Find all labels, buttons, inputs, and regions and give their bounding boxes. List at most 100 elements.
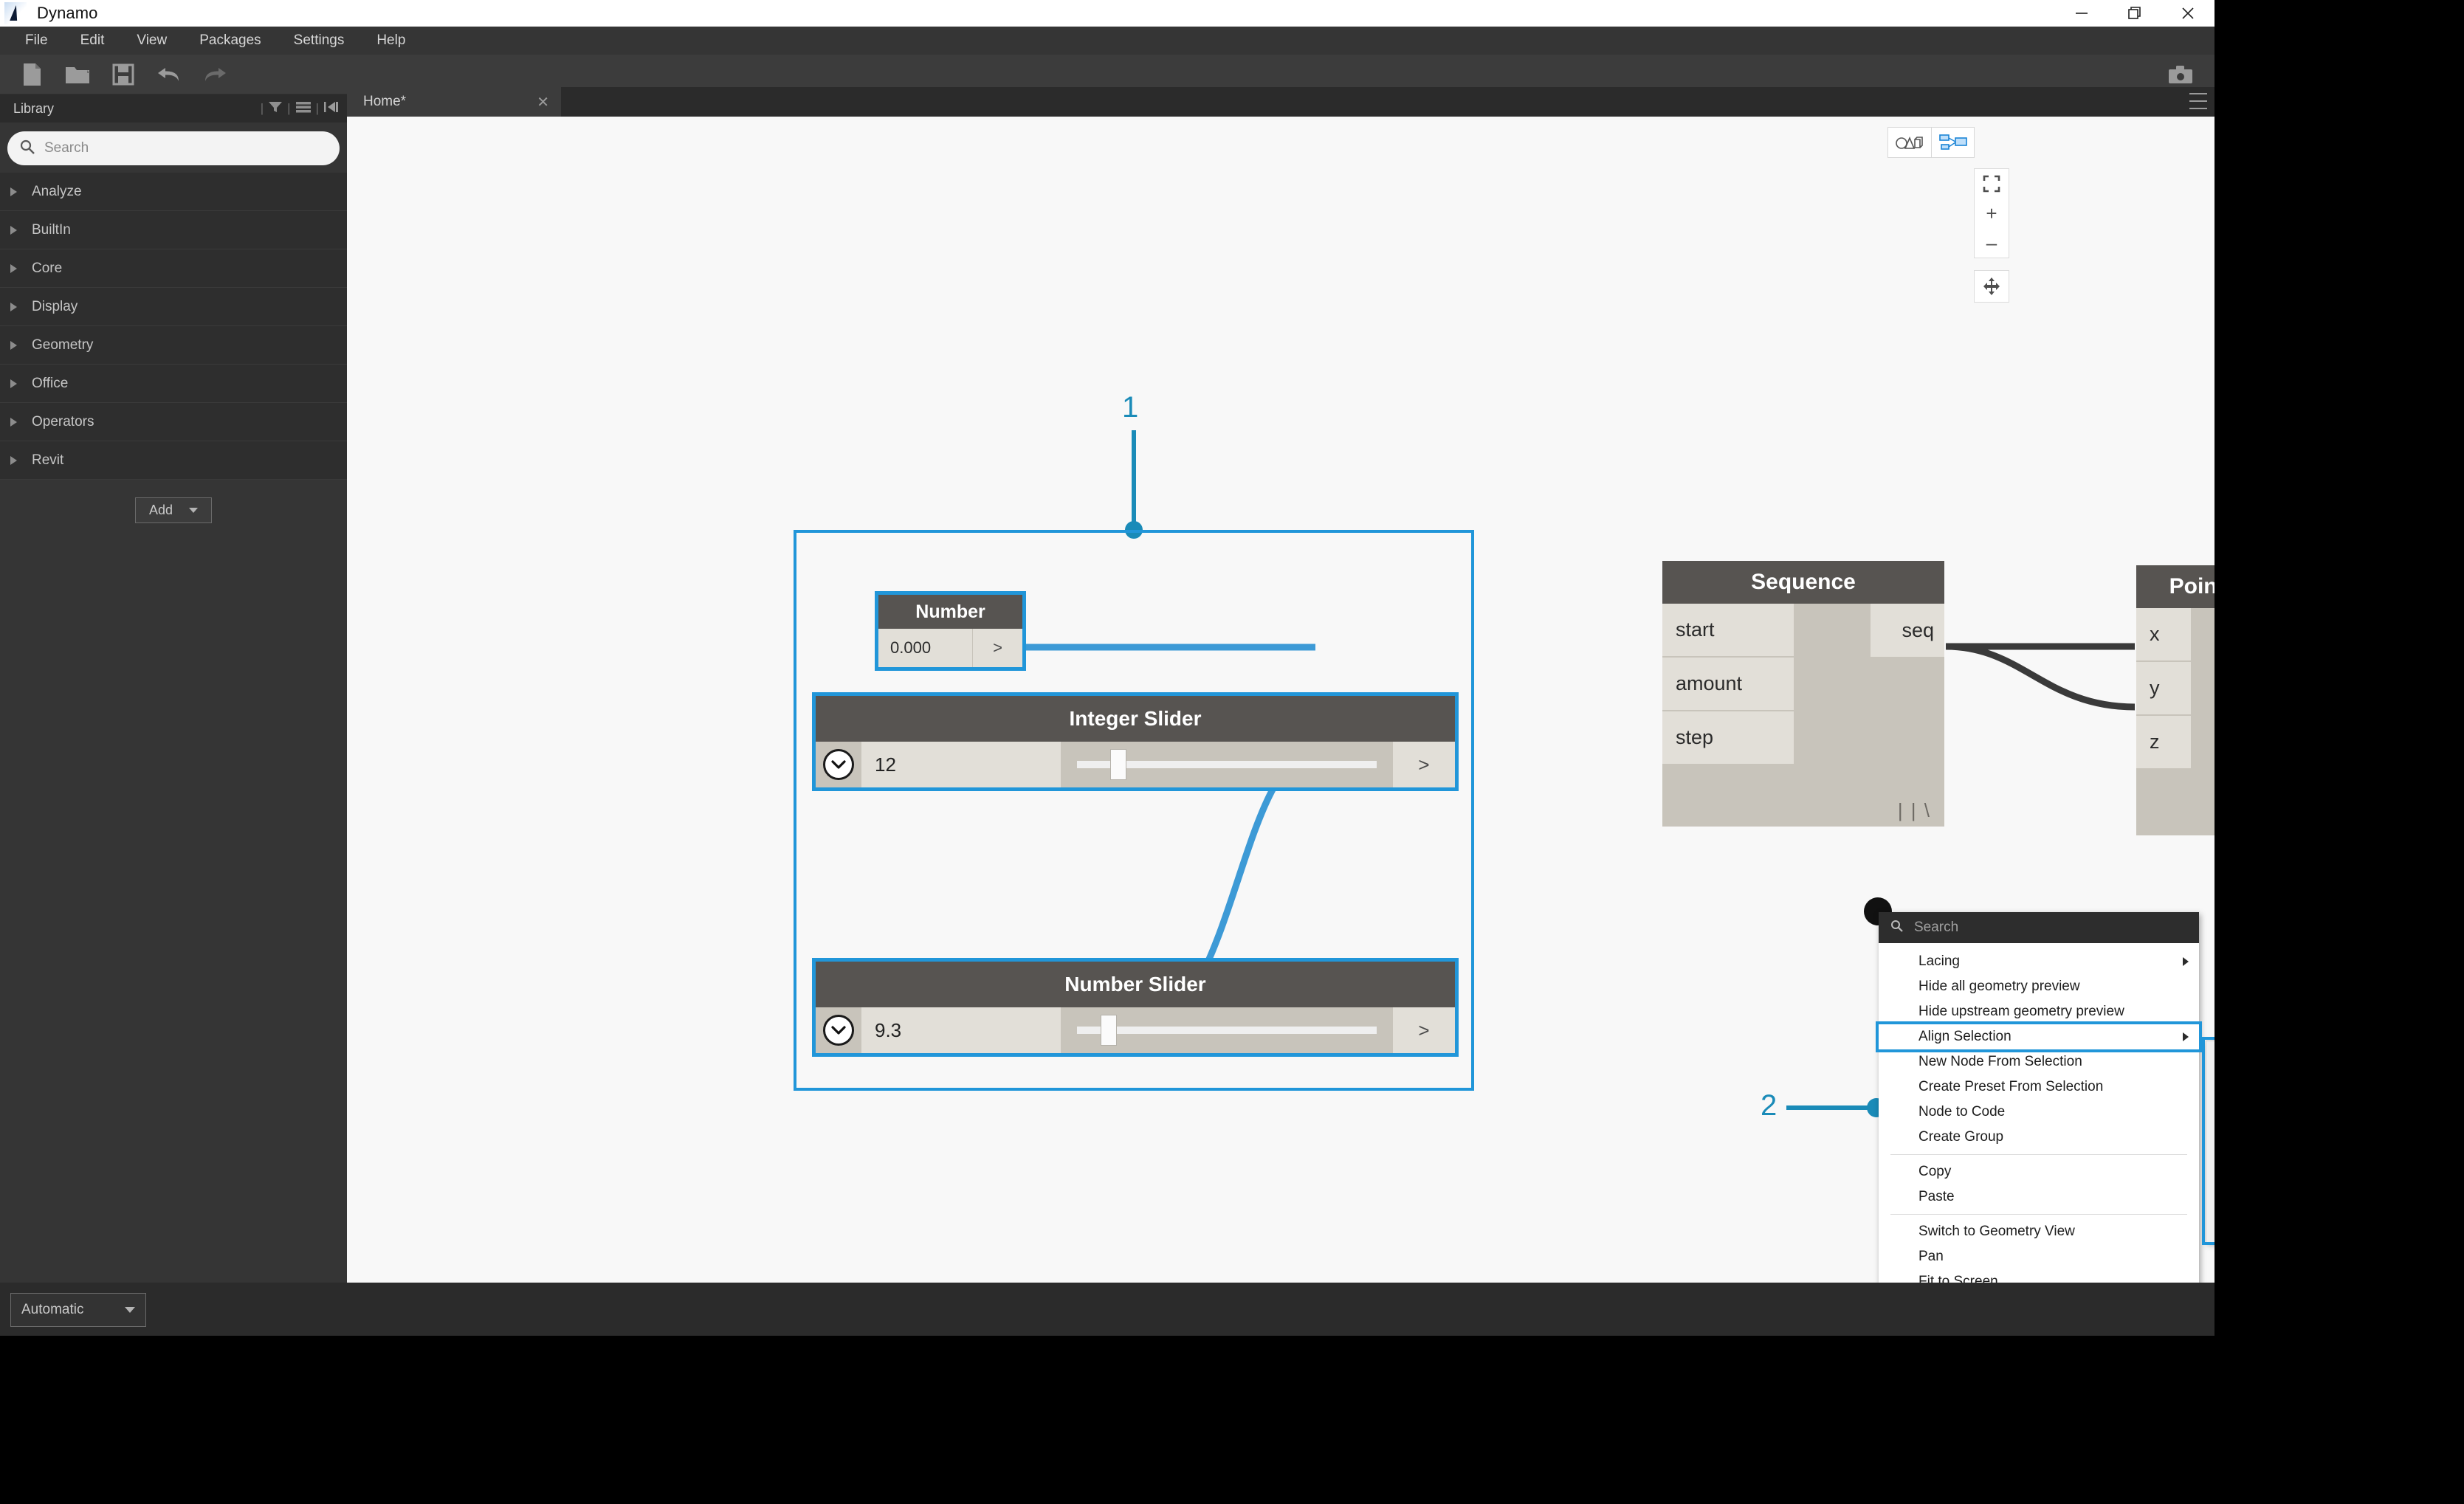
node-title: Number [878, 595, 1022, 629]
output-port-chevron[interactable]: > [1393, 1007, 1455, 1053]
zoom-out-icon[interactable]: – [1974, 228, 2009, 258]
new-file-icon[interactable] [9, 57, 55, 92]
number-slider-value[interactable]: 9.3 [861, 1007, 1061, 1053]
run-mode-dropdown[interactable]: Automatic [10, 1293, 146, 1327]
maximize-icon[interactable] [2108, 0, 2161, 27]
menu-item-help[interactable]: Help [360, 27, 421, 55]
output-port-chevron[interactable]: > [972, 629, 1022, 667]
menu-item-create-preset-from-selection[interactable]: Create Preset From Selection [1879, 1074, 2199, 1100]
search-placeholder: Search [44, 140, 89, 156]
workspace-menu-icon[interactable] [2189, 93, 2207, 109]
menu-item-label: Paste [1918, 1189, 1955, 1204]
undo-icon[interactable] [146, 57, 192, 92]
sidebar-item-display[interactable]: Display [0, 288, 347, 326]
menu-item-pan[interactable]: Pan [1879, 1244, 2199, 1269]
tab-home[interactable]: Home* ✕ [347, 87, 561, 117]
sidebar-item-analyze[interactable]: Analyze [0, 173, 347, 211]
chevron-right-icon [10, 417, 17, 427]
sidebar-item-operators[interactable]: Operators [0, 403, 347, 441]
input-port-amount[interactable]: amount [1662, 658, 1794, 711]
sidebar-item-core[interactable]: Core [0, 249, 347, 288]
input-port-z[interactable]: z [2136, 716, 2191, 769]
menu-item-paste[interactable]: Paste [1879, 1184, 2199, 1210]
node-integer-slider[interactable]: Integer Slider 12 > [816, 696, 1455, 787]
sidebar-item-revit[interactable]: Revit [0, 441, 347, 480]
menu-item-packages[interactable]: Packages [183, 27, 277, 55]
add-button[interactable]: Add [134, 497, 213, 523]
search-icon [19, 139, 35, 159]
status-bar: Automatic [0, 1283, 2214, 1336]
slider-track[interactable] [1077, 1015, 1377, 1046]
sidebar-item-builtin[interactable]: BuiltIn [0, 211, 347, 249]
context-menu[interactable]: Search Lacing Hide all geometry preview … [1876, 912, 2202, 1283]
graph-canvas[interactable]: Number 0.000 > Integer Slider 12 > Numbe… [347, 117, 2214, 1283]
expand-toggle[interactable] [816, 742, 861, 787]
output-port-chevron[interactable]: > [1393, 742, 1455, 787]
node-number[interactable]: Number 0.000 > [878, 595, 1022, 667]
menu-item-new-node-from-selection[interactable]: New Node From Selection [1879, 1049, 2199, 1074]
integer-slider-control[interactable] [1061, 742, 1393, 787]
input-port-step[interactable]: step [1662, 711, 1794, 765]
sidebar-item-geometry[interactable]: Geometry [0, 326, 347, 365]
chevron-right-icon [10, 302, 17, 311]
slider-track[interactable] [1077, 749, 1377, 780]
pan-icon[interactable] [1974, 270, 2009, 303]
menu-item-label: Switch to Geometry View [1918, 1224, 2075, 1239]
menu-item-hide-all-geometry-preview[interactable]: Hide all geometry preview [1879, 974, 2199, 999]
zoom-in-icon[interactable]: + [1974, 199, 2009, 228]
menu-item-create-group[interactable]: Create Group [1879, 1125, 2199, 1150]
sidebar-item-office[interactable]: Office [0, 365, 347, 403]
slider-thumb[interactable] [1109, 749, 1126, 780]
menu-item-edit[interactable]: Edit [64, 27, 121, 55]
menu-item-fit-to-screen[interactable]: Fit to Screen [1879, 1269, 2199, 1283]
menu-item-hide-upstream-geometry-preview[interactable]: Hide upstream geometry preview [1879, 999, 2199, 1024]
search-input[interactable]: Search [7, 131, 340, 165]
menu-item-file[interactable]: File [9, 27, 64, 55]
filter-icon[interactable] [268, 100, 283, 117]
input-port-x[interactable]: x [2136, 608, 2191, 661]
open-folder-icon[interactable] [55, 57, 100, 92]
node-body: x y z Point xxx [2136, 608, 2214, 835]
geometry-view-icon[interactable] [1888, 128, 1931, 157]
library-panel: Library | | | Search Analyze BuiltIn Cor… [0, 94, 347, 1294]
expand-toggle[interactable] [816, 1007, 861, 1053]
list-view-icon[interactable] [295, 100, 312, 117]
menu-item-align-selection[interactable]: Align Selection [1876, 1021, 2202, 1052]
fit-to-screen-icon[interactable] [1974, 169, 2009, 199]
menu-item-copy[interactable]: Copy [1879, 1159, 2199, 1184]
input-port-start[interactable]: start [1662, 604, 1794, 657]
sidebar-item-label: BuiltIn [32, 221, 71, 238]
integer-slider-value[interactable]: 12 [861, 742, 1061, 787]
input-port-y[interactable]: y [2136, 662, 2191, 715]
node-title: Sequence [1662, 561, 1944, 604]
menu-item-label: New Node From Selection [1918, 1054, 2082, 1069]
node-sequence[interactable]: Sequence start amount step seq | | \ [1662, 561, 1944, 827]
menu-item-node-to-code[interactable]: Node to Code [1879, 1100, 2199, 1125]
chevron-right-icon [10, 225, 17, 235]
context-menu-search-input[interactable]: Search [1879, 912, 2199, 943]
number-value-field[interactable]: 0.000 [878, 629, 972, 667]
view-mode-toggle [1887, 127, 1975, 158]
graph-view-icon[interactable] [1931, 128, 1974, 157]
output-port-seq[interactable]: seq [1871, 604, 1944, 657]
menu-item-settings[interactable]: Settings [278, 27, 361, 55]
number-slider-control[interactable] [1061, 1007, 1393, 1053]
node-number-slider[interactable]: Number Slider 9.3 > [816, 962, 1455, 1053]
menu-item-view[interactable]: View [120, 27, 183, 55]
add-button-label: Add [148, 503, 173, 517]
save-icon[interactable] [100, 57, 146, 92]
slider-thumb[interactable] [1101, 1015, 1118, 1046]
collapse-panel-icon[interactable] [323, 100, 340, 117]
camera-icon[interactable] [2160, 59, 2201, 90]
library-header-icons: | | | [261, 100, 340, 117]
menu-item-switch-to-geometry-view[interactable]: Switch to Geometry View [1879, 1219, 2199, 1244]
minimize-icon[interactable] [2055, 0, 2108, 27]
close-icon[interactable]: ✕ [537, 93, 549, 111]
node-point-bycoordinates[interactable]: Point.ByCoordinates x y z Point xxx [2136, 565, 2214, 835]
menu-item-label: Hide upstream geometry preview [1918, 1004, 2124, 1019]
app-title: Dynamo [37, 4, 98, 22]
menu-item-lacing[interactable]: Lacing [1879, 949, 2199, 974]
close-icon[interactable] [2161, 0, 2214, 27]
redo-icon[interactable] [192, 57, 238, 92]
sidebar-item-label: Operators [32, 413, 94, 430]
